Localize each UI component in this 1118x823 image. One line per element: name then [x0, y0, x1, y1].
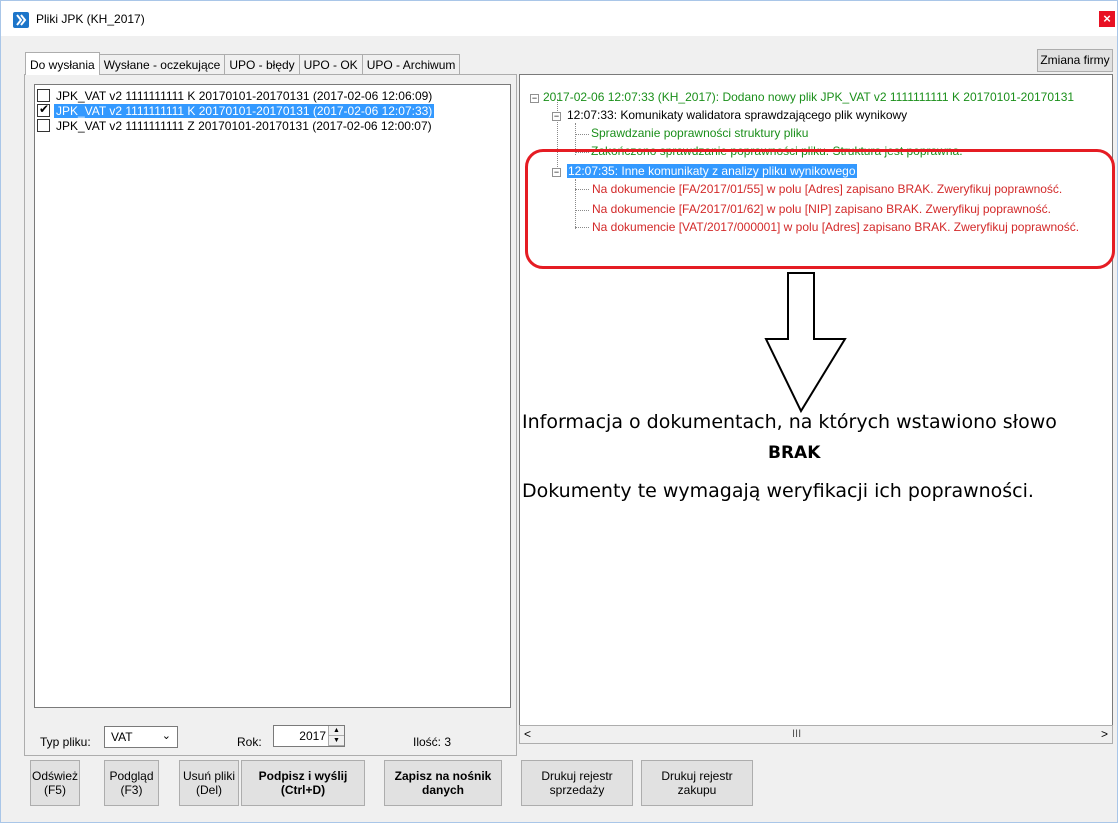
- annotation-line-1: Informacja o dokumentach, na których wst…: [522, 411, 1057, 433]
- sign-and-send-button[interactable]: Podpisz i wyślij (Ctrl+D): [241, 760, 365, 806]
- chevron-down-icon[interactable]: ⌄: [162, 729, 171, 742]
- window-title: Pliki JPK (KH_2017): [36, 12, 145, 26]
- scroll-thumb[interactable]: III: [792, 728, 801, 740]
- year-input[interactable]: 2017 ▲ ▼: [273, 725, 345, 747]
- year-label: Rok:: [237, 735, 262, 749]
- close-button[interactable]: ×: [1099, 11, 1115, 27]
- title-bar: Pliki JPK (KH_2017) ×: [1, 1, 1117, 36]
- file-row[interactable]: JPK_VAT v2 1111111111 K 20170101-2017013…: [37, 88, 434, 103]
- file-label: JPK_VAT v2 1111111111 K 20170101-2017013…: [56, 88, 433, 103]
- tree-structure-check[interactable]: Sprawdzanie poprawności struktury pliku: [591, 126, 808, 141]
- file-checkbox[interactable]: [37, 89, 50, 102]
- collapse-icon[interactable]: −: [530, 94, 539, 103]
- save-to-media-button[interactable]: Zapisz na nośnik danych: [384, 760, 502, 806]
- file-label: JPK_VAT v2 1111111111 K 20170101-2017013…: [54, 103, 435, 118]
- file-type-label: Typ pliku:: [40, 735, 91, 749]
- file-row[interactable]: JPK_VAT v2 1111111111 Z 20170101-2017013…: [37, 118, 434, 133]
- file-type-select[interactable]: VAT ⌄: [104, 726, 178, 748]
- tab-wyslane-oczekujace[interactable]: Wysłane - oczekujące: [98, 54, 226, 75]
- refresh-button[interactable]: Odśwież (F5): [30, 760, 80, 806]
- tree-connector: [575, 134, 589, 135]
- scroll-left-icon[interactable]: <: [524, 727, 531, 741]
- change-company-button[interactable]: Zmiana firmy: [1037, 49, 1113, 72]
- tree-root-node[interactable]: 2017-02-06 12:07:33 (KH_2017): Dodano no…: [543, 90, 1074, 105]
- year-value: 2017: [299, 729, 326, 743]
- tree-validator-node[interactable]: 12:07:33: Komunikaty walidatora sprawdza…: [567, 108, 907, 123]
- tab-upo-ok[interactable]: UPO - OK: [298, 54, 363, 75]
- file-list[interactable]: JPK_VAT v2 1111111111 K 20170101-2017013…: [34, 84, 511, 708]
- file-row[interactable]: JPK_VAT v2 1111111111 K 20170101-2017013…: [37, 102, 435, 118]
- spin-down-icon[interactable]: ▼: [329, 736, 344, 746]
- jpk-window: Pliki JPK (KH_2017) × Do wysłania Wysłan…: [0, 0, 1118, 823]
- file-checkbox[interactable]: [37, 102, 50, 117]
- preview-button[interactable]: Podgląd (F3): [104, 760, 159, 806]
- horizontal-scrollbar[interactable]: < III >: [519, 725, 1113, 744]
- scroll-right-icon[interactable]: >: [1101, 727, 1108, 741]
- file-label: JPK_VAT v2 1111111111 Z 20170101-2017013…: [56, 118, 432, 133]
- down-arrow-icon: [764, 272, 847, 414]
- tab-upo-archiwum[interactable]: UPO - Archiwum: [361, 54, 461, 75]
- file-type-value: VAT: [111, 730, 133, 744]
- tab-do-wyslania[interactable]: Do wysłania: [25, 52, 100, 75]
- spin-up-icon[interactable]: ▲: [329, 726, 344, 736]
- tab-upo-bledy[interactable]: UPO - błędy: [224, 54, 300, 75]
- annotation-line-3: Dokumenty te wymagają weryfikacji ich po…: [522, 480, 1034, 502]
- file-count: Ilość: 3: [413, 735, 452, 749]
- annotation-brak: BRAK: [768, 443, 821, 463]
- print-purchase-register-button[interactable]: Drukuj rejestr zakupu: [641, 760, 753, 806]
- year-spinner[interactable]: ▲ ▼: [328, 726, 344, 746]
- highlight-frame: [525, 149, 1115, 269]
- delete-files-button[interactable]: Usuń pliki (Del): [179, 760, 239, 806]
- collapse-icon[interactable]: −: [552, 112, 561, 121]
- file-checkbox[interactable]: [37, 119, 50, 132]
- app-logo-icon: [13, 12, 29, 28]
- tab-strip: Do wysłania Wysłane - oczekujące UPO - b…: [25, 52, 461, 75]
- print-sales-register-button[interactable]: Drukuj rejestr sprzedaży: [521, 760, 633, 806]
